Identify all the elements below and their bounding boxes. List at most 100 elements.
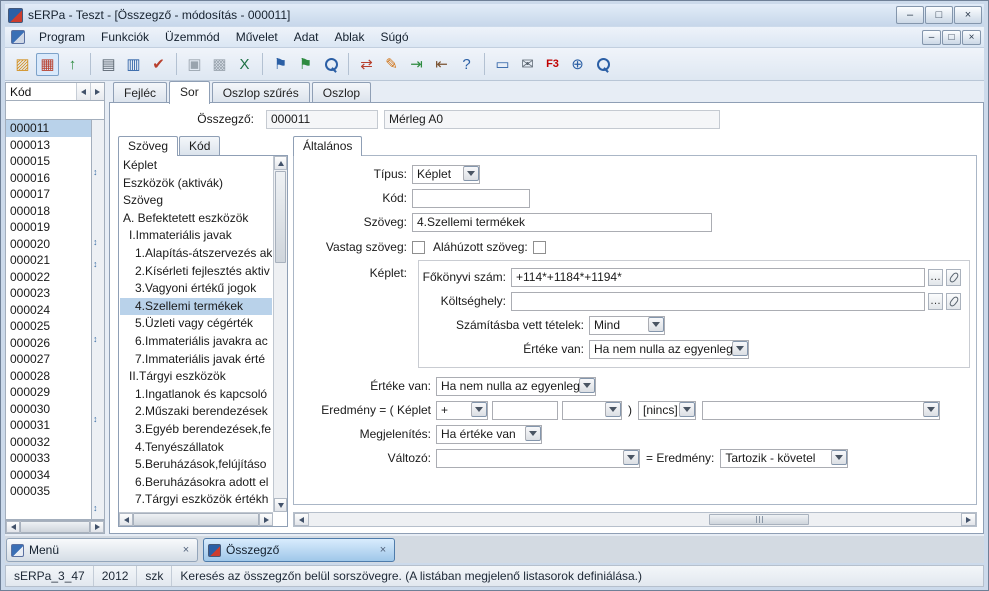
row-list-item[interactable]: 3.Egyéb berendezések,fe bbox=[120, 421, 272, 439]
code-list-item[interactable]: 000017 bbox=[6, 186, 91, 203]
code-list-item[interactable]: 000019 bbox=[6, 219, 91, 236]
prev-column-button[interactable] bbox=[76, 83, 90, 100]
row-list-item[interactable]: II.Tárgyi eszközök bbox=[120, 368, 272, 386]
tab-sor[interactable]: Sor bbox=[169, 81, 210, 104]
form-hscrollbar[interactable] bbox=[293, 512, 977, 527]
row-list-item[interactable]: 5.Üzleti vagy cégérték bbox=[120, 315, 272, 333]
kod-input[interactable] bbox=[412, 189, 530, 208]
tab-szoveg[interactable]: Szöveg bbox=[118, 136, 178, 156]
minimize-button[interactable]: – bbox=[896, 6, 924, 24]
szamitasba-combo[interactable]: Mind bbox=[589, 316, 665, 335]
code-list-item[interactable]: 000027 bbox=[6, 351, 91, 368]
row-list-item[interactable]: Eszközök (aktivák) bbox=[120, 175, 272, 193]
code-list-item[interactable]: 000018 bbox=[6, 203, 91, 220]
code-list-item[interactable]: 000016 bbox=[6, 170, 91, 187]
dropdown-arrow-icon[interactable] bbox=[679, 402, 695, 417]
eredmeny-tipus-combo[interactable]: Tartozik - követel bbox=[720, 449, 848, 468]
restore-button[interactable]: □ bbox=[925, 6, 953, 24]
code-list-item[interactable]: 000030 bbox=[6, 401, 91, 418]
erteke-van-combo[interactable]: Ha nem nulla az egyenleg bbox=[589, 340, 749, 359]
menu-sugo[interactable]: Súgó bbox=[372, 28, 416, 47]
tree-hscrollbar[interactable] bbox=[119, 512, 273, 526]
window-grid-icon[interactable]: ▦ bbox=[36, 53, 59, 76]
task-tab-osszegzo[interactable]: Összegző × bbox=[203, 538, 395, 562]
dropdown-arrow-icon[interactable] bbox=[648, 317, 664, 332]
scroll-thumb[interactable] bbox=[709, 514, 809, 525]
tab-altalanos[interactable]: Általános bbox=[293, 136, 362, 156]
code-list-item[interactable]: 000033 bbox=[6, 450, 91, 467]
scroll-track[interactable] bbox=[309, 513, 961, 526]
code-list-item[interactable]: 000015 bbox=[6, 153, 91, 170]
scroll-thumb[interactable] bbox=[275, 171, 286, 263]
child-close-button[interactable]: × bbox=[962, 30, 981, 45]
import-icon[interactable]: ⇥ bbox=[405, 53, 428, 76]
edit-icon[interactable]: ✎ bbox=[380, 53, 403, 76]
fokonyvi-attach-button[interactable] bbox=[946, 269, 961, 286]
scroll-up-button[interactable] bbox=[274, 156, 287, 170]
koltseghely-attach-button[interactable] bbox=[946, 293, 961, 310]
search-icon[interactable] bbox=[319, 53, 342, 76]
open-icon[interactable]: ▨ bbox=[11, 53, 34, 76]
menu-ablak[interactable]: Ablak bbox=[326, 28, 372, 47]
summary-code-field[interactable]: 000011 bbox=[266, 110, 378, 129]
eredmeny-unit-combo[interactable] bbox=[562, 401, 622, 420]
scroll-right-button[interactable] bbox=[90, 521, 104, 533]
row-list-item[interactable]: 1.Ingatlanok és kapcsoló bbox=[120, 386, 272, 404]
szoveg-input[interactable]: 4.Szellemi termékek bbox=[412, 213, 712, 232]
code-scroll-strip[interactable]: ↕ ↕ ↕ ↕ ↕ ↕ bbox=[92, 120, 105, 520]
print-icon[interactable]: ▤ bbox=[97, 53, 120, 76]
paste-icon[interactable]: ▩ bbox=[208, 53, 231, 76]
underline-checkbox[interactable] bbox=[533, 241, 546, 254]
help-icon[interactable]: ? bbox=[455, 53, 478, 76]
tab-oszlop[interactable]: Oszlop bbox=[312, 82, 371, 103]
scroll-down-button[interactable] bbox=[274, 498, 287, 512]
koltseghely-more-button[interactable]: … bbox=[928, 293, 943, 310]
tree-vscrollbar[interactable] bbox=[273, 156, 287, 512]
code-list-item[interactable]: 000035 bbox=[6, 483, 91, 500]
dropdown-arrow-icon[interactable] bbox=[732, 341, 748, 356]
megjelenites-combo[interactable]: Ha értéke van bbox=[436, 425, 542, 444]
code-list-item[interactable]: 000025 bbox=[6, 318, 91, 335]
menu-uzemmod[interactable]: Üzemmód bbox=[157, 28, 228, 47]
code-list-item[interactable]: 000020 bbox=[6, 236, 91, 253]
zoom-icon[interactable] bbox=[591, 53, 614, 76]
row-list-item[interactable]: I.Immateriális javak bbox=[120, 227, 272, 245]
nincs-combo[interactable]: [nincs] bbox=[638, 401, 696, 420]
flag-blue-icon[interactable]: ⚑ bbox=[269, 53, 292, 76]
task-tab-menu[interactable]: Menü × bbox=[6, 538, 198, 562]
scroll-right-button[interactable] bbox=[259, 513, 273, 526]
row-list-item[interactable]: 7.Immateriális javak érté bbox=[120, 351, 272, 369]
mail-icon[interactable]: ✉ bbox=[516, 53, 539, 76]
row-list-item[interactable]: 6.Immateriális javakra ac bbox=[120, 333, 272, 351]
row-list-item[interactable]: 2.Műszaki berendezések bbox=[120, 403, 272, 421]
code-list-item[interactable]: 000011 bbox=[6, 120, 91, 137]
row-list-item[interactable]: A. Befektetett eszközök bbox=[120, 210, 272, 228]
scroll-left-button[interactable] bbox=[119, 513, 133, 526]
scroll-thumb[interactable] bbox=[133, 513, 259, 526]
tab-fejlec[interactable]: Fejléc bbox=[113, 82, 167, 103]
code-list-item[interactable]: 000029 bbox=[6, 384, 91, 401]
dropdown-arrow-icon[interactable] bbox=[605, 402, 621, 417]
export-icon[interactable]: ⇤ bbox=[430, 53, 453, 76]
eredmeny-extra-combo[interactable] bbox=[702, 401, 940, 420]
transfer-icon[interactable]: ⇄ bbox=[355, 53, 378, 76]
excel-export-icon[interactable]: X bbox=[233, 53, 256, 76]
tab-kod[interactable]: Kód bbox=[179, 136, 220, 155]
fokonyvi-more-button[interactable]: … bbox=[928, 269, 943, 286]
scroll-left-button[interactable] bbox=[294, 513, 309, 526]
f3-icon[interactable]: F3 bbox=[541, 53, 564, 76]
row-list-item[interactable]: 6.Beruházásokra adott el bbox=[120, 474, 272, 492]
code-list-item[interactable]: 000034 bbox=[6, 467, 91, 484]
child-restore-button[interactable]: □ bbox=[942, 30, 961, 45]
row-list-item[interactable]: 4.Tenyészállatok bbox=[120, 439, 272, 457]
scroll-left-button[interactable] bbox=[6, 521, 20, 533]
fokonyvi-szam-input[interactable]: +114*+1184*+1194* bbox=[511, 268, 925, 287]
row-list-item[interactable]: 7.Tárgyi eszközök értékh bbox=[120, 491, 272, 509]
menu-muvelet[interactable]: Művelet bbox=[228, 28, 286, 47]
print-check-icon[interactable]: ✔ bbox=[147, 53, 170, 76]
child-minimize-button[interactable]: – bbox=[922, 30, 941, 45]
code-list-item[interactable]: 000031 bbox=[6, 417, 91, 434]
document-icon[interactable] bbox=[11, 30, 25, 44]
dropdown-arrow-icon[interactable] bbox=[831, 450, 847, 465]
row-list-item[interactable]: 3.Vagyoni értékű jogok bbox=[120, 280, 272, 298]
